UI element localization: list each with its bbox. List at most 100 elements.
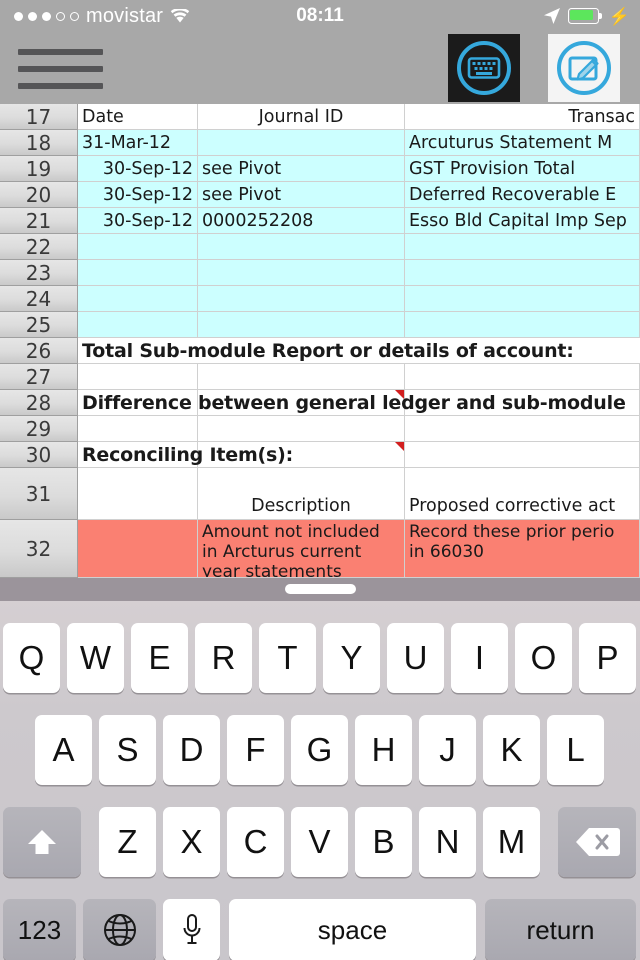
key-N[interactable]: N bbox=[419, 807, 476, 877]
row-number[interactable]: 24 bbox=[0, 286, 78, 312]
cell-empty bbox=[78, 416, 198, 442]
table-row[interactable]: 29 bbox=[0, 416, 640, 442]
cell-item-corrective: Record these prior perio in 66030 bbox=[405, 520, 640, 578]
table-row[interactable]: 22 bbox=[0, 234, 640, 260]
table-row[interactable]: 26 Total Sub-module Report or details of… bbox=[0, 338, 640, 364]
cell-empty bbox=[198, 364, 405, 390]
cell-description bbox=[405, 260, 640, 286]
key-S[interactable]: S bbox=[99, 715, 156, 785]
backspace-key[interactable] bbox=[558, 807, 636, 877]
cell-journal bbox=[198, 312, 405, 338]
screen: movistar 08:11 ⚡ 17 Date Journal ID Tran… bbox=[0, 0, 640, 960]
table-row[interactable]: 23 bbox=[0, 260, 640, 286]
key-P[interactable]: P bbox=[579, 623, 636, 693]
key-L[interactable]: L bbox=[547, 715, 604, 785]
globe-key[interactable] bbox=[83, 899, 156, 960]
row-number[interactable]: 26 bbox=[0, 338, 78, 364]
key-O[interactable]: O bbox=[515, 623, 572, 693]
row-number[interactable]: 28 bbox=[0, 390, 78, 416]
key-E[interactable]: E bbox=[131, 623, 188, 693]
shift-arrow-icon bbox=[28, 830, 56, 854]
table-row[interactable]: 31 Description Proposed corrective act bbox=[0, 468, 640, 520]
table-row[interactable]: 20 30-Sep-12 see Pivot Deferred Recovera… bbox=[0, 182, 640, 208]
table-row[interactable]: 21 30-Sep-12 0000252208 Esso Bld Capital… bbox=[0, 208, 640, 234]
row-number[interactable]: 27 bbox=[0, 364, 78, 390]
key-T[interactable]: T bbox=[259, 623, 316, 693]
row-number[interactable]: 32 bbox=[0, 520, 78, 578]
key-B[interactable]: B bbox=[355, 807, 412, 877]
key-V[interactable]: V bbox=[291, 807, 348, 877]
cell-date bbox=[78, 312, 198, 338]
key-A[interactable]: A bbox=[35, 715, 92, 785]
cell-description bbox=[405, 312, 640, 338]
battery-icon bbox=[567, 8, 602, 24]
cell-empty bbox=[78, 364, 198, 390]
microphone-icon bbox=[183, 914, 200, 944]
hamburger-menu-icon[interactable] bbox=[18, 49, 103, 89]
space-key[interactable]: space bbox=[229, 899, 476, 960]
cell-date: 30-Sep-12 bbox=[78, 156, 198, 182]
key-H[interactable]: H bbox=[355, 715, 412, 785]
table-row[interactable]: 32 Amount not included in Arcturus curre… bbox=[0, 520, 640, 578]
key-X[interactable]: X bbox=[163, 807, 220, 877]
table-row[interactable]: 18 31-Mar-12 Arcuturus Statement M bbox=[0, 130, 640, 156]
table-row[interactable]: 28 Difference between general ledger and… bbox=[0, 390, 640, 416]
cell-journal: see Pivot bbox=[198, 182, 405, 208]
cell-item-description: Amount not included in Arcturus current … bbox=[198, 520, 405, 578]
cell-journal bbox=[198, 286, 405, 312]
table-row[interactable]: 25 bbox=[0, 312, 640, 338]
key-Q[interactable]: Q bbox=[3, 623, 60, 693]
section-label: Difference between general ledger and su… bbox=[82, 392, 626, 414]
row-number[interactable]: 22 bbox=[0, 234, 78, 260]
key-M[interactable]: M bbox=[483, 807, 540, 877]
row-number[interactable]: 29 bbox=[0, 416, 78, 442]
keyboard-drag-handle[interactable] bbox=[285, 584, 356, 594]
key-C[interactable]: C bbox=[227, 807, 284, 877]
table-row[interactable]: 19 30-Sep-12 see Pivot GST Provision Tot… bbox=[0, 156, 640, 182]
key-U[interactable]: U bbox=[387, 623, 444, 693]
row-number[interactable]: 23 bbox=[0, 260, 78, 286]
key-F[interactable]: F bbox=[227, 715, 284, 785]
row-number[interactable]: 19 bbox=[0, 156, 78, 182]
backspace-icon bbox=[576, 828, 620, 856]
row-number[interactable]: 30 bbox=[0, 442, 78, 468]
key-R[interactable]: R bbox=[195, 623, 252, 693]
shift-key[interactable] bbox=[3, 807, 81, 877]
row-number[interactable]: 25 bbox=[0, 312, 78, 338]
column-header-journal-id: Journal ID bbox=[198, 104, 405, 130]
edit-button[interactable] bbox=[548, 34, 620, 102]
lightning-bolt-icon: ⚡ bbox=[608, 6, 630, 26]
cell-date bbox=[78, 234, 198, 260]
key-K[interactable]: K bbox=[483, 715, 540, 785]
key-Y[interactable]: Y bbox=[323, 623, 380, 693]
row-number[interactable]: 17 bbox=[0, 104, 78, 130]
key-G[interactable]: G bbox=[291, 715, 348, 785]
table-row[interactable]: 27 bbox=[0, 364, 640, 390]
keyboard-toggle-button[interactable] bbox=[448, 34, 520, 102]
table-row[interactable]: 24 bbox=[0, 286, 640, 312]
cell-empty bbox=[198, 416, 405, 442]
on-screen-keyboard[interactable]: Q W E R T Y U I O P A S D F G H J K L Z … bbox=[0, 601, 640, 960]
spreadsheet[interactable]: 17 Date Journal ID Transac 18 31-Mar-12 … bbox=[0, 104, 640, 578]
globe-icon bbox=[103, 914, 136, 946]
key-D[interactable]: D bbox=[163, 715, 220, 785]
key-I[interactable]: I bbox=[451, 623, 508, 693]
row-number[interactable]: 18 bbox=[0, 130, 78, 156]
row-number[interactable]: 21 bbox=[0, 208, 78, 234]
cell-journal: 0000252208 bbox=[198, 208, 405, 234]
table-row[interactable]: 30 Reconciling Item(s): bbox=[0, 442, 640, 468]
key-J[interactable]: J bbox=[419, 715, 476, 785]
cell-date bbox=[78, 286, 198, 312]
cell-empty bbox=[78, 520, 198, 578]
key-Z[interactable]: Z bbox=[99, 807, 156, 877]
cell-date: 31-Mar-12 bbox=[78, 130, 198, 156]
return-key[interactable]: return bbox=[485, 899, 636, 960]
row-number[interactable]: 31 bbox=[0, 468, 78, 520]
row-number[interactable]: 20 bbox=[0, 182, 78, 208]
dictation-key[interactable] bbox=[163, 899, 220, 960]
table-header-row[interactable]: 17 Date Journal ID Transac bbox=[0, 104, 640, 130]
numeric-key[interactable]: 123 bbox=[3, 899, 76, 960]
column-header-transaction: Transac bbox=[405, 104, 640, 130]
column-header-description: Description bbox=[198, 468, 405, 520]
key-W[interactable]: W bbox=[67, 623, 124, 693]
